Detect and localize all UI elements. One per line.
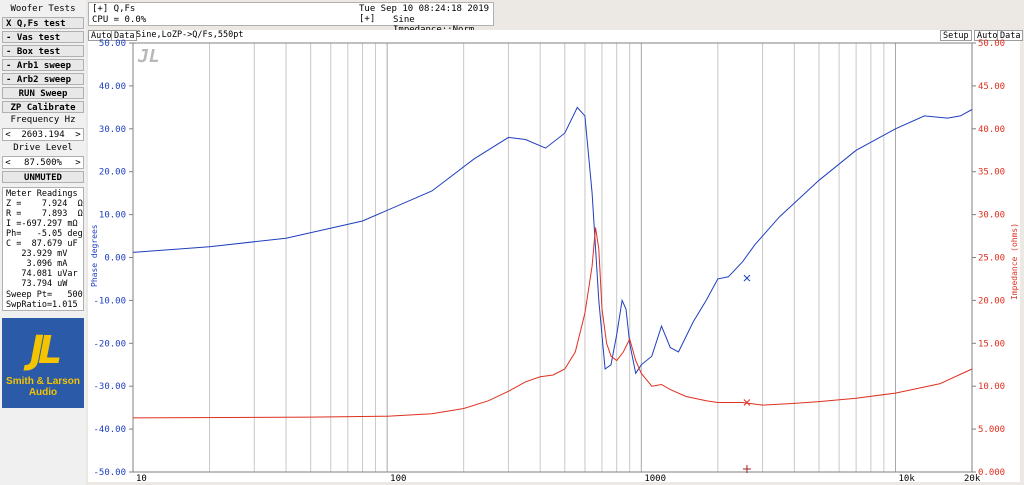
left-y-tick-label: 10.00 [99,211,126,221]
x-tick-label: 10 [136,474,147,484]
plot-frame [132,42,973,473]
phase-series-line [132,106,973,375]
right-y-tick-label: 15.00 [978,339,1005,349]
right-y-tick-label: 25.00 [978,254,1005,264]
left-y-tick-label: 20.00 [99,168,126,178]
right-y-tick-label: 10.00 [978,382,1005,392]
chart-grid [132,43,973,472]
x-tick-label: 10k [898,474,915,484]
right-y-tick-label: 0.000 [978,468,1005,478]
left-y-tick-label: 30.00 [99,125,126,135]
right-axis-title: Impedance (ohms) [1010,223,1019,300]
right-y-tick-label: 45.00 [978,82,1005,92]
chart-series [132,106,973,473]
left-y-tick-label: -30.00 [93,382,126,392]
left-y-tick-label: -50.00 [93,468,126,478]
left-y-tick-label: -40.00 [93,425,126,435]
right-y-tick-label: 50.00 [978,39,1005,49]
right-y-tick-label: 40.00 [978,125,1005,135]
x-tick-label: 1000 [644,474,666,484]
right-y-tick-label: 5.000 [978,425,1005,435]
phase-impedance-chart: JL 10 100 1000 10k 20k50.0040.0030.0020.0010… [90,39,1019,484]
right-y-tick-label: 35.00 [978,168,1005,178]
impedance-series-line [132,227,973,419]
left-y-tick-label: 50.00 [99,39,126,49]
left-y-tick-label: 0.00 [104,254,126,264]
left-y-tick-label: 40.00 [99,82,126,92]
plot-watermark-logo: JL [137,46,160,67]
svg-text:JL: JL [137,46,160,67]
chart-axes [129,42,976,473]
left-y-tick-label: -20.00 [93,339,126,349]
left-axis-title: Phase degrees [90,224,99,287]
left-y-tick-label: -10.00 [93,296,126,306]
right-y-tick-label: 20.00 [978,296,1005,306]
x-tick-label: 100 [390,474,406,484]
right-y-tick-label: 30.00 [978,211,1005,221]
